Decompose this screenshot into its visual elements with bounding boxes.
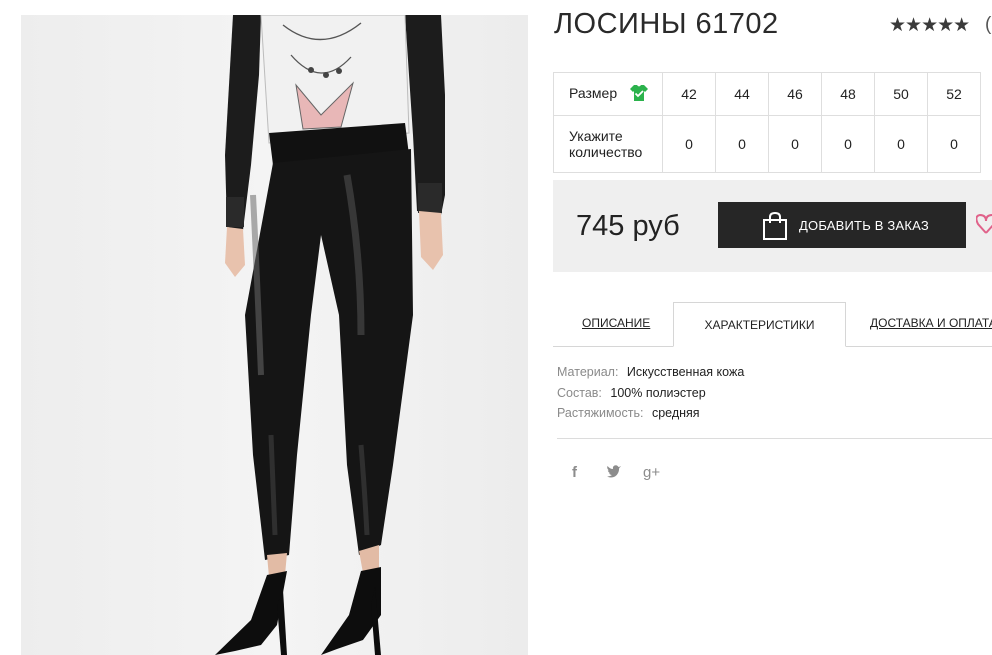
property-key: Состав: [557, 385, 602, 400]
size-table: Размер 42 44 46 48 50 52 Укажите количес… [553, 72, 981, 173]
size-label: Размер [569, 84, 618, 101]
quantity-row-header: Укажите количество [553, 115, 663, 173]
facebook-icon[interactable]: f [572, 464, 577, 481]
quantity-input[interactable]: 0 [662, 115, 716, 173]
size-row: Размер 42 44 46 48 50 52 [553, 72, 981, 116]
size-cell[interactable]: 52 [927, 72, 981, 116]
rating-stars[interactable]: ★★★★★ [889, 14, 970, 37]
size-cell[interactable]: 46 [768, 72, 822, 116]
property-value: средняя [651, 406, 700, 420]
size-cell[interactable]: 44 [715, 72, 769, 116]
heart-icon[interactable] [975, 211, 992, 242]
twitter-icon[interactable] [606, 464, 622, 482]
property-value: Искусственная кожа [626, 365, 745, 379]
size-cell[interactable]: 42 [662, 72, 716, 116]
quantity-input[interactable]: 0 [768, 115, 822, 173]
property-row: Состав: 100% полиэстер [557, 386, 744, 407]
size-row-header: Размер [553, 72, 663, 116]
product-photo[interactable] [21, 15, 528, 655]
tab-characteristics[interactable]: ХАРАКТЕРИСТИКИ [673, 302, 846, 347]
property-value: 100% полиэстер [610, 385, 706, 400]
rating-count-paren: ( [985, 14, 992, 35]
buy-box: 745 руб ДОБАВИТЬ В ЗАКАЗ [553, 180, 992, 272]
quantity-input[interactable]: 0 [821, 115, 875, 173]
add-to-order-button[interactable]: ДОБАВИТЬ В ЗАКАЗ [718, 202, 966, 248]
property-row: Материал: Искусственная кожа [557, 365, 744, 386]
tab-delivery[interactable]: ДОСТАВКА И ОПЛАТА [870, 316, 992, 330]
add-to-order-label: ДОБАВИТЬ В ЗАКАЗ [799, 217, 929, 233]
characteristics-list: Материал: Искусственная кожа Состав: 100… [557, 365, 744, 427]
shopping-bag-icon [762, 211, 788, 244]
section-divider [557, 438, 992, 439]
size-cell[interactable]: 48 [821, 72, 875, 116]
quantity-label-line2: количество [569, 144, 643, 160]
google-plus-icon[interactable]: g+ [643, 464, 660, 481]
quantity-row: Укажите количество 0 0 0 0 0 0 [553, 115, 981, 173]
property-row: Растяжимость: средняя [557, 406, 744, 427]
quantity-input[interactable]: 0 [715, 115, 769, 173]
product-title: ЛОСИНЫ 61702 [554, 8, 779, 40]
price: 745 руб [576, 210, 680, 242]
info-tabs: ОПИСАНИЕ ХАРАКТЕРИСТИКИ ДОСТАВКА И ОПЛАТ… [553, 302, 992, 347]
quantity-label-line1: Укажите [569, 128, 623, 144]
shirt-check-icon[interactable] [629, 84, 649, 105]
product-photo-illustration [215, 15, 445, 655]
property-key: Материал: [557, 365, 619, 379]
quantity-input[interactable]: 0 [927, 115, 981, 173]
property-key: Растяжимость: [557, 406, 644, 420]
quantity-input[interactable]: 0 [874, 115, 928, 173]
size-cell[interactable]: 50 [874, 72, 928, 116]
tab-description[interactable]: ОПИСАНИЕ [582, 316, 650, 330]
